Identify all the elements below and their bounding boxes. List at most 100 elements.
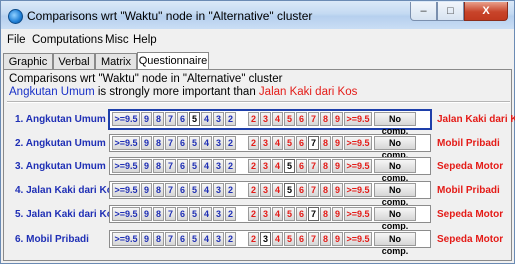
scale-value-button[interactable]: 8 [320,207,331,221]
scale-value-button[interactable]: >=9.5 [112,232,140,246]
title-bar[interactable]: Comparisons wrt "Waktu" node in "Alterna… [1,1,514,29]
scale-value-button[interactable]: 9 [332,183,343,197]
scale-value-button[interactable]: 6 [177,207,188,221]
scale-value-button[interactable]: 8 [320,136,331,150]
scale-value-button[interactable]: 6 [296,183,307,197]
scale-value-button[interactable]: 6 [177,136,188,150]
scale-value-button[interactable]: 8 [320,232,331,246]
scale-value-button[interactable]: 7 [308,232,319,246]
no-comparison-button[interactable]: No comp. [374,159,416,183]
maximize-button[interactable]: □ [437,2,464,21]
scale-value-button[interactable]: 7 [308,207,319,221]
scale-value-button[interactable]: 9 [332,159,343,173]
no-comparison-button[interactable]: No comp. [374,232,416,256]
scale-value-button[interactable]: 3 [260,159,271,173]
scale-value-button[interactable]: 7 [165,232,176,246]
scale-value-button[interactable]: 3 [213,159,224,173]
scale-value-button[interactable]: 9 [332,207,343,221]
scale-value-button[interactable]: 4 [201,183,212,197]
scale-value-button[interactable]: 6 [296,112,307,126]
scale-value-button[interactable]: 5 [189,136,200,150]
scale-value-button[interactable]: 7 [165,136,176,150]
scale-value-button[interactable]: 2 [248,232,259,246]
scale-value-button[interactable]: 4 [272,232,283,246]
scale-value-button[interactable]: 3 [260,183,271,197]
scale-value-button[interactable]: 7 [165,183,176,197]
scale-value-button[interactable]: >=9.5 [344,136,372,150]
scale-value-button[interactable]: 9 [141,112,152,126]
no-comparison-button[interactable]: No comp. [374,112,416,136]
scale-value-button[interactable]: 2 [248,159,259,173]
tab-questionnaire[interactable]: Questionnaire [137,52,209,70]
scale-value-button[interactable]: 9 [141,232,152,246]
scale-value-button[interactable]: 6 [296,207,307,221]
menu-misc[interactable]: Misc [105,34,129,46]
scale-value-button[interactable]: 5 [284,159,295,173]
scale-value-button[interactable]: 5 [284,112,295,126]
scale-value-button[interactable]: >=9.5 [112,207,140,221]
scale-value-button[interactable]: 9 [141,159,152,173]
scale-value-button[interactable]: 2 [248,136,259,150]
scale-value-button[interactable]: 7 [308,112,319,126]
scale-value-button[interactable]: 8 [153,159,164,173]
scale-value-button[interactable]: 8 [153,136,164,150]
scale-value-button[interactable]: 8 [320,112,331,126]
scale-value-button[interactable]: 8 [320,183,331,197]
scale-value-button[interactable]: 3 [213,112,224,126]
scale-value-button[interactable]: 4 [201,136,212,150]
scale-value-button[interactable]: 4 [201,207,212,221]
scale-value-button[interactable]: 3 [260,232,271,246]
scale-value-button[interactable]: 8 [153,232,164,246]
menu-help[interactable]: Help [133,34,157,46]
scale-value-button[interactable]: 4 [201,232,212,246]
scale-value-button[interactable]: 5 [189,207,200,221]
scale-value-button[interactable]: 2 [248,112,259,126]
scale-value-button[interactable]: >=9.5 [112,159,140,173]
scale-value-button[interactable]: 7 [308,136,319,150]
scale-value-button[interactable]: 5 [284,207,295,221]
scale-value-button[interactable]: 9 [141,136,152,150]
scale-value-button[interactable]: 3 [213,207,224,221]
scale-value-button[interactable]: >=9.5 [112,183,140,197]
scale-value-button[interactable]: 9 [332,232,343,246]
scale-value-button[interactable]: 2 [248,183,259,197]
no-comparison-button[interactable]: No comp. [374,136,416,160]
scale-value-button[interactable]: 7 [165,159,176,173]
scale-value-button[interactable]: 9 [141,183,152,197]
scale-value-button[interactable]: 2 [248,207,259,221]
close-button[interactable]: X [464,2,508,21]
scale-value-button[interactable]: 2 [225,207,236,221]
scale-value-button[interactable]: 6 [177,159,188,173]
scale-value-button[interactable]: 7 [308,159,319,173]
scale-value-button[interactable]: 7 [165,207,176,221]
scale-value-button[interactable]: 6 [177,112,188,126]
tab-verbal[interactable]: Verbal [53,53,95,69]
scale-value-button[interactable]: 5 [284,232,295,246]
scale-value-button[interactable]: 5 [189,112,200,126]
no-comparison-button[interactable]: No comp. [374,207,416,231]
scale-value-button[interactable]: 6 [296,159,307,173]
scale-value-button[interactable]: 5 [284,183,295,197]
minimize-button[interactable]: – [410,2,437,21]
scale-value-button[interactable]: 5 [189,183,200,197]
scale-value-button[interactable]: 4 [201,159,212,173]
scale-value-button[interactable]: 4 [201,112,212,126]
scale-value-button[interactable]: 9 [332,136,343,150]
no-comparison-button[interactable]: No comp. [374,183,416,207]
scale-value-button[interactable]: 4 [272,136,283,150]
scale-value-button[interactable]: 3 [213,183,224,197]
scale-value-button[interactable]: >=9.5 [344,183,372,197]
scale-value-button[interactable]: 4 [272,183,283,197]
scale-value-button[interactable]: 3 [213,136,224,150]
scale-value-button[interactable]: 5 [189,232,200,246]
scale-value-button[interactable]: 4 [272,159,283,173]
scale-value-button[interactable]: 2 [225,232,236,246]
scale-value-button[interactable]: >=9.5 [344,112,372,126]
scale-value-button[interactable]: 2 [225,112,236,126]
scale-value-button[interactable]: 9 [141,207,152,221]
scale-value-button[interactable]: 8 [153,183,164,197]
scale-value-button[interactable]: 8 [320,159,331,173]
scale-value-button[interactable]: 3 [213,232,224,246]
scale-value-button[interactable]: >=9.5 [344,159,372,173]
scale-value-button[interactable]: >=9.5 [344,232,372,246]
